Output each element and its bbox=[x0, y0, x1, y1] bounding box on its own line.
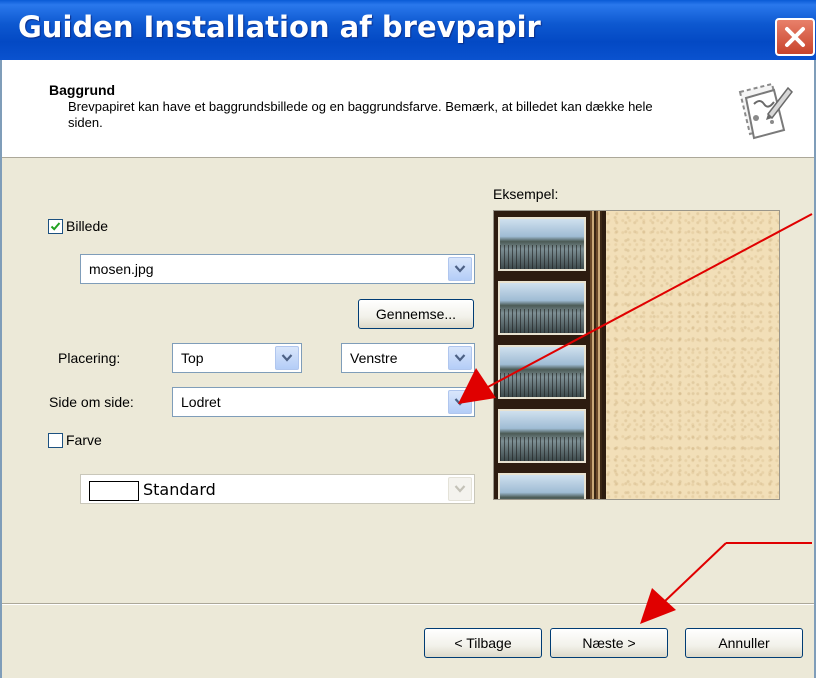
preview-pane bbox=[493, 210, 780, 500]
picture-checkbox[interactable] bbox=[48, 219, 63, 234]
browse-button[interactable]: Gennemse... bbox=[358, 299, 474, 329]
header-description: Brevpapiret kan have et baggrundsbillede… bbox=[68, 99, 653, 130]
tile-value: Lodret bbox=[181, 394, 221, 410]
preview-paper bbox=[606, 211, 779, 499]
window-title: Guiden Installation af brevpapir bbox=[18, 10, 541, 44]
preview-tile-image bbox=[498, 345, 586, 399]
preview-tile-image bbox=[498, 281, 586, 335]
preview-image-strip bbox=[494, 211, 606, 499]
picture-file-select[interactable]: mosen.jpg bbox=[80, 254, 475, 284]
preview-label: Eksempel: bbox=[493, 186, 559, 202]
close-icon bbox=[785, 27, 805, 47]
annotation-arrowhead-next bbox=[640, 588, 676, 624]
chevron-down-icon bbox=[454, 485, 466, 493]
checkmark-icon bbox=[50, 222, 61, 231]
color-checkbox[interactable] bbox=[48, 433, 63, 448]
position-vertical-dropdown-button[interactable] bbox=[275, 346, 299, 370]
stationery-wizard-icon bbox=[738, 82, 793, 140]
color-label[interactable]: Farve bbox=[66, 432, 102, 448]
back-button[interactable]: < Tilbage bbox=[424, 628, 542, 658]
preview-tile-image bbox=[498, 473, 586, 499]
position-horizontal-select[interactable]: Venstre bbox=[341, 343, 475, 373]
position-vertical-select[interactable]: Top bbox=[172, 343, 302, 373]
chevron-down-icon bbox=[454, 354, 466, 362]
wizard-header: Baggrund Brevpapiret kan have et baggrun… bbox=[0, 60, 816, 158]
close-button[interactable] bbox=[775, 18, 815, 56]
color-value: Standard bbox=[143, 480, 216, 499]
preview-frame-edge bbox=[590, 211, 602, 499]
tile-select[interactable]: Lodret bbox=[172, 387, 475, 417]
picture-file-value: mosen.jpg bbox=[89, 261, 154, 277]
position-horizontal-dropdown-button[interactable] bbox=[448, 346, 472, 370]
chevron-down-icon bbox=[454, 265, 466, 273]
footer-separator bbox=[2, 603, 814, 605]
color-swatch bbox=[89, 481, 139, 501]
tile-dropdown-button[interactable] bbox=[448, 390, 472, 414]
wizard-window: Guiden Installation af brevpapir Baggrun… bbox=[0, 0, 816, 678]
position-label: Placering: bbox=[58, 350, 121, 366]
header-title: Baggrund bbox=[49, 82, 116, 98]
picture-label[interactable]: Billede bbox=[66, 218, 108, 234]
next-button[interactable]: Næste > bbox=[550, 628, 668, 658]
preview-tile-image bbox=[498, 217, 586, 271]
picture-file-dropdown-button[interactable] bbox=[448, 257, 472, 281]
tile-label: Side om side: bbox=[49, 394, 134, 410]
chevron-down-icon bbox=[281, 354, 293, 362]
cancel-button[interactable]: Annuller bbox=[685, 628, 803, 658]
annotation-arrow-line-next bbox=[663, 542, 727, 603]
position-vertical-value: Top bbox=[181, 350, 204, 366]
color-dropdown-button[interactable] bbox=[448, 477, 472, 501]
position-horizontal-value: Venstre bbox=[350, 350, 398, 366]
chevron-down-icon bbox=[454, 398, 466, 406]
color-select[interactable]: Standard bbox=[80, 474, 475, 504]
window-border-left bbox=[0, 60, 2, 678]
preview-tile-image bbox=[498, 409, 586, 463]
title-bar[interactable]: Guiden Installation af brevpapir bbox=[0, 0, 816, 60]
